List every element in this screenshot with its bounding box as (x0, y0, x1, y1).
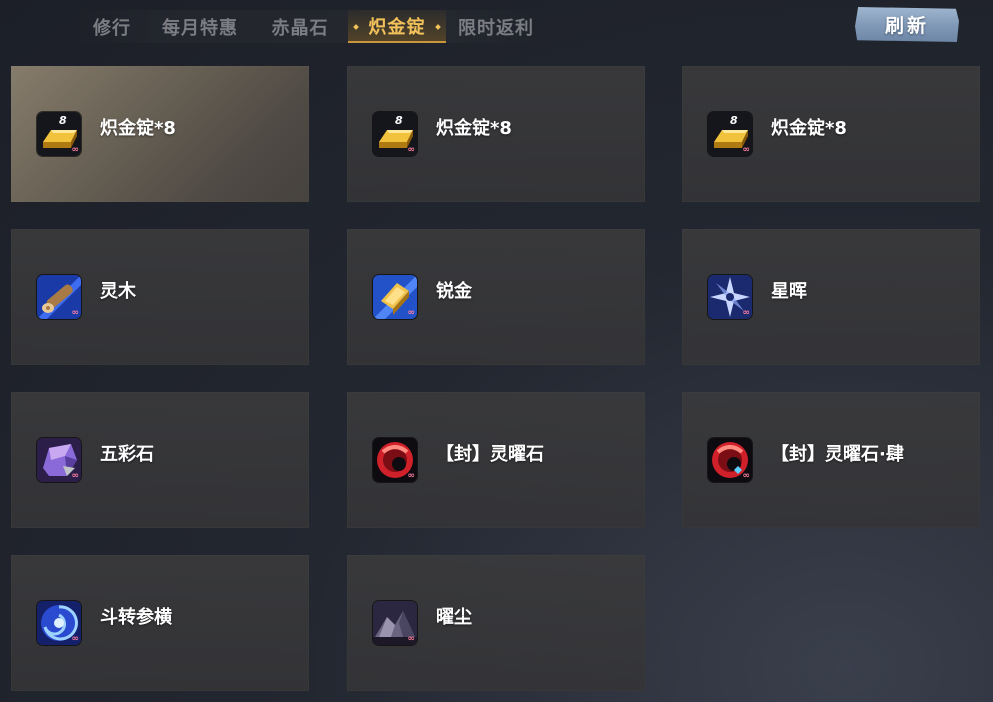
item-card[interactable]: ∞ 五彩石 (11, 392, 309, 528)
item-name: 炽金锭*8 (100, 118, 176, 139)
unlimited-icon: ∞ (71, 634, 80, 644)
svg-text:8: 8 (395, 114, 403, 127)
item-card[interactable]: ∞ 斗转参横 (11, 555, 309, 691)
item-card[interactable]: ∞ 曜尘 (347, 555, 645, 691)
sharp-gold-icon: ∞ (373, 275, 417, 319)
sealed-spirit-stone-icon: ∞ (373, 438, 417, 482)
item-name: 【封】灵曜石 (436, 444, 544, 465)
item-card[interactable]: ∞ 星晖 (682, 229, 980, 365)
unlimited-icon: ∞ (407, 308, 416, 318)
item-card[interactable]: ∞ 【封】灵曜石·肆 (682, 392, 980, 528)
star-radiance-icon: ∞ (708, 275, 752, 319)
gold-ingot-icon: 8 ∞ (373, 112, 417, 156)
gold-ingot-icon: 8 ∞ (708, 112, 752, 156)
star-shift-swirl-icon: ∞ (37, 601, 81, 645)
svg-text:8: 8 (730, 114, 738, 127)
unlimited-icon: ∞ (742, 471, 751, 481)
unlimited-icon: ∞ (71, 145, 80, 155)
unlimited-icon: ∞ (742, 308, 751, 318)
item-name: 曜尘 (436, 607, 472, 628)
five-color-stone-icon: ∞ (37, 438, 81, 482)
unlimited-icon: ∞ (71, 308, 80, 318)
item-card[interactable]: ∞ 锐金 (347, 229, 645, 365)
item-name: 五彩石 (100, 444, 154, 465)
item-card[interactable]: 8 ∞ 炽金锭*8 (11, 66, 309, 202)
unlimited-icon: ∞ (742, 145, 751, 155)
unlimited-icon: ∞ (407, 471, 416, 481)
unlimited-icon: ∞ (71, 471, 80, 481)
item-name: 灵木 (100, 281, 136, 302)
item-name: 炽金锭*8 (436, 118, 512, 139)
spirit-wood-icon: ∞ (37, 275, 81, 319)
unlimited-icon: ∞ (407, 634, 416, 644)
item-name: 【封】灵曜石·肆 (771, 444, 904, 465)
radiant-dust-icon: ∞ (373, 601, 417, 645)
sealed-spirit-stone-iv-icon: ∞ (708, 438, 752, 482)
item-name: 炽金锭*8 (771, 118, 847, 139)
item-grid: 8 ∞ 炽金锭*8 8 ∞ 炽金锭*8 8 ∞ 炽金锭*8 ∞ 灵木 ∞ 锐金 … (0, 0, 993, 702)
item-card[interactable]: 8 ∞ 炽金锭*8 (347, 66, 645, 202)
item-card[interactable]: ∞ 灵木 (11, 229, 309, 365)
gold-ingot-icon: 8 ∞ (37, 112, 81, 156)
item-name: 星晖 (771, 281, 807, 302)
item-name: 斗转参横 (100, 607, 172, 628)
unlimited-icon: ∞ (407, 145, 416, 155)
item-name: 锐金 (436, 281, 472, 302)
item-card[interactable]: 8 ∞ 炽金锭*8 (682, 66, 980, 202)
svg-text:8: 8 (59, 114, 67, 127)
item-card[interactable]: ∞ 【封】灵曜石 (347, 392, 645, 528)
